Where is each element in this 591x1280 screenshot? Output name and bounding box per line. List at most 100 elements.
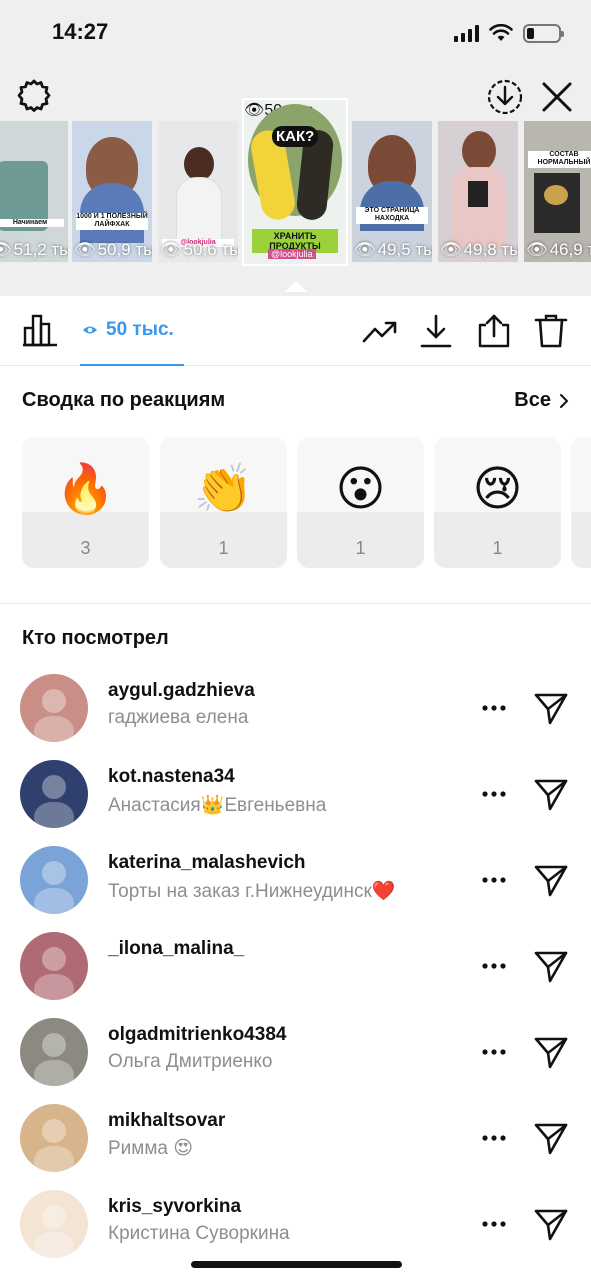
- send-message-icon[interactable]: [533, 1206, 569, 1242]
- viewer-full-name: Анастасия👑Евгеньевна: [108, 795, 327, 816]
- viewer-username[interactable]: kot.nastena34: [108, 766, 235, 788]
- status-icons: [454, 22, 564, 44]
- download-circle-icon[interactable]: [485, 77, 525, 117]
- home-indicator: [191, 1261, 402, 1268]
- reactions-row[interactable]: 🔥 3 👏 1 😮 1 😢 1: [22, 437, 591, 568]
- avatar[interactable]: [20, 760, 88, 828]
- more-options-icon[interactable]: [481, 782, 507, 806]
- viewer-username[interactable]: _ilona_malina_: [108, 938, 244, 960]
- viewers-title: Кто посмотрел: [22, 627, 169, 649]
- viewer-username[interactable]: katerina_malashevich: [108, 852, 306, 874]
- avatar[interactable]: [20, 1018, 88, 1086]
- avatar[interactable]: [20, 846, 88, 914]
- bar-chart-icon[interactable]: [22, 312, 58, 348]
- story-thumbnail[interactable]: Начинаем 👁51,2 тыс.: [0, 121, 68, 262]
- send-message-icon[interactable]: [533, 948, 569, 984]
- viewer-row[interactable]: olgadmitrienko4384 Ольга Дмитриенко: [0, 1018, 591, 1104]
- avatar[interactable]: [20, 932, 88, 1000]
- eye-icon: 👁: [0, 240, 12, 259]
- eye-icon: 👁: [440, 240, 462, 259]
- viewer-username[interactable]: kris_syvorkina: [108, 1196, 241, 1218]
- thumbnail-views: 👁50,6 тыс.: [160, 240, 238, 259]
- viewer-row[interactable]: _ilona_malina_: [0, 932, 591, 1018]
- more-options-icon[interactable]: [481, 1126, 507, 1150]
- thumbnail-views: 👁49,5 тыс.: [354, 240, 432, 259]
- viewer-row[interactable]: kot.nastena34 Анастасия👑Евгеньевна: [0, 760, 591, 846]
- story-thumbnail[interactable]: СОСТАВ НОРМАЛЬНЫЙ 👁46,9 тыс.: [524, 121, 591, 262]
- thumbnail-caption: 1000 И 1 ПОЛЕЗНЫЙ ЛАЙФХАК: [76, 213, 148, 230]
- more-options-icon[interactable]: [481, 868, 507, 892]
- avatar-image: [20, 1018, 88, 1086]
- viewer-row[interactable]: mikhaltsovar Римма 😍: [0, 1104, 591, 1190]
- close-icon[interactable]: [539, 79, 575, 115]
- avatar[interactable]: [20, 674, 88, 742]
- story-thumbnail[interactable]: ЭТО СТРАНИЦА НАХОДКА 👁49,5 тыс.: [352, 121, 432, 262]
- send-message-icon[interactable]: [533, 690, 569, 726]
- viewer-full-name: Ольга Дмитриенко: [108, 1051, 273, 1072]
- fire-emoji-icon: 🔥: [55, 461, 116, 517]
- reaction-count: 3: [80, 538, 91, 558]
- story-thumbnail[interactable]: 1000 И 1 ПОЛЕЗНЫЙ ЛАЙФХАК 👁50,9 тыс.: [72, 121, 152, 262]
- reaction-card[interactable]: 😢 1: [434, 437, 561, 568]
- viewer-username[interactable]: olgadmitrienko4384: [108, 1024, 286, 1046]
- reaction-card[interactable]: 👏 1: [160, 437, 287, 568]
- eye-icon: [83, 326, 97, 334]
- views-count: 50 тыс.: [106, 319, 174, 340]
- avatar-image: [20, 1104, 88, 1172]
- reactions-title: Сводка по реакциям: [22, 389, 226, 411]
- share-icon[interactable]: [476, 313, 512, 349]
- viewer-username[interactable]: mikhaltsovar: [108, 1110, 225, 1132]
- viewer-row[interactable]: katerina_malashevich Торты на заказ г.Ниж…: [0, 846, 591, 932]
- reaction-count: 1: [218, 538, 229, 558]
- avatar-image: [20, 760, 88, 828]
- selected-story-thumbnail[interactable]: КАК? ХРАНИТЬ ПРОДУКТЫ @lookjulia 👁50 тыс…: [244, 100, 346, 264]
- eye-icon: 👁: [74, 240, 96, 259]
- tab-views[interactable]: 50 тыс.: [80, 296, 184, 366]
- thumbnail-views: 👁49,8 тыс.: [440, 240, 518, 259]
- eye-icon: 👁: [526, 240, 548, 259]
- viewer-row[interactable]: aygul.gadzhieva гаджиева елена: [0, 674, 591, 760]
- avatar-image: [20, 932, 88, 1000]
- settings-gear-icon[interactable]: [16, 78, 52, 114]
- send-message-icon[interactable]: [533, 1034, 569, 1070]
- eye-icon: 👁: [354, 240, 376, 259]
- all-reactions-link[interactable]: Все: [514, 389, 569, 412]
- reaction-card[interactable]: 😮 1: [297, 437, 424, 568]
- more-options-icon[interactable]: [481, 696, 507, 720]
- avatar[interactable]: [20, 1104, 88, 1172]
- avatar[interactable]: [20, 1190, 88, 1258]
- thumbnail-caption: СОСТАВ НОРМАЛЬНЫЙ: [528, 151, 591, 168]
- reaction-card-partial[interactable]: [571, 437, 591, 568]
- clapping-hands-emoji-icon: 👏: [193, 461, 254, 517]
- viewer-full-name: Кристина Суворкина: [108, 1223, 290, 1244]
- eye-icon: 👁: [160, 240, 182, 259]
- trending-icon[interactable]: [362, 313, 398, 349]
- story-thumbnails-strip[interactable]: Начинаем 👁51,2 тыс. 1000 И 1 ПОЛЕЗНЫЙ ЛА…: [0, 100, 591, 289]
- send-message-icon[interactable]: [533, 1120, 569, 1156]
- more-options-icon[interactable]: [481, 954, 507, 978]
- eye-icon: 👁: [244, 102, 265, 119]
- thumbnail-views: 👁50,9 тыс.: [74, 240, 152, 259]
- story-thumbnail[interactable]: @lookjulia 👁50,6 тыс.: [158, 121, 238, 262]
- viewer-full-name: гаджиева елена: [108, 707, 249, 728]
- story-thumbnail[interactable]: 👁49,8 тыс.: [438, 121, 518, 262]
- reaction-count: 1: [492, 538, 503, 558]
- viewer-username[interactable]: aygul.gadzhieva: [108, 680, 255, 702]
- battery-icon: [523, 23, 564, 43]
- more-options-icon[interactable]: [481, 1212, 507, 1236]
- selected-story-pointer: [285, 281, 307, 292]
- wifi-icon: [489, 24, 513, 41]
- download-icon[interactable]: [418, 313, 454, 349]
- viewer-full-name: Торты на заказ г.Нижнеудинск❤️: [108, 881, 396, 902]
- send-message-icon[interactable]: [533, 776, 569, 812]
- all-reactions-label: Все: [514, 389, 551, 411]
- avatar-image: [20, 846, 88, 914]
- reaction-card[interactable]: 🔥 3: [22, 437, 149, 568]
- avatar-image: [20, 674, 88, 742]
- more-options-icon[interactable]: [481, 1040, 507, 1064]
- thumbnail-views: 👁51,2 тыс.: [0, 240, 68, 260]
- send-message-icon[interactable]: [533, 862, 569, 898]
- story-preview-area: 14:27 Начинаем 👁 51,2 ты 1000 И 1 ПОЛЕЗН…: [0, 0, 591, 296]
- trash-icon[interactable]: [533, 313, 569, 349]
- chevron-right-icon: [560, 393, 568, 408]
